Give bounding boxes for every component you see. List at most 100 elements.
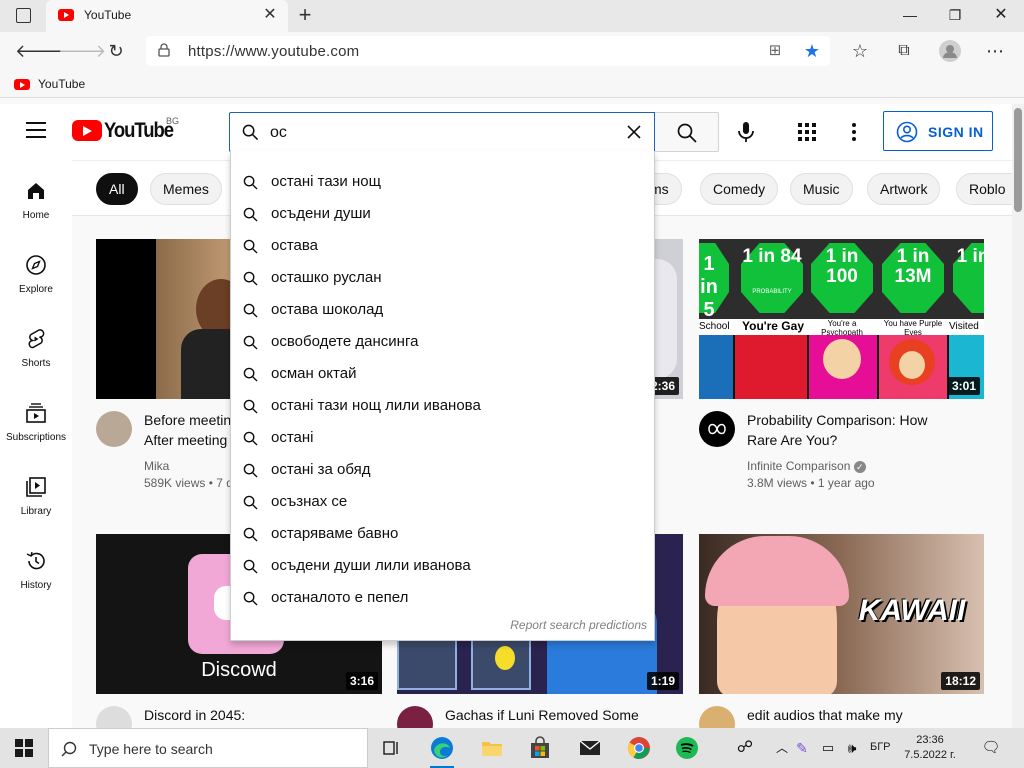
search-suggestion-item[interactable]: освободете дансинга [231, 326, 656, 358]
search-suggestion-item[interactable]: осъдени души лили иванова [231, 550, 656, 582]
video-title-line2[interactable]: Rare Are You? [747, 430, 837, 450]
browser-tab[interactable]: YouTube ✕ [46, 0, 288, 32]
youtube-logo-text[interactable]: YouTube [104, 119, 174, 143]
search-icon [61, 741, 77, 757]
channel-avatar[interactable] [397, 706, 433, 728]
search-suggestion-item[interactable]: осъзнах се [231, 486, 656, 518]
video-thumbnail[interactable]: 1 in 5 1 in 84 1 in 100 1 in 13M 1 in PR… [699, 239, 984, 399]
apps-grid-icon[interactable] [797, 122, 817, 142]
tab-close-icon[interactable]: ✕ [260, 4, 280, 24]
channel-avatar[interactable] [699, 411, 735, 447]
channel-name[interactable]: Infinite Comparison ✓ [747, 459, 866, 473]
start-button[interactable] [0, 728, 48, 768]
task-view-icon[interactable] [381, 736, 405, 760]
search-suggestion-item[interactable]: останi тази нощ [231, 166, 656, 198]
sidebar-item-home[interactable]: Home [0, 168, 72, 242]
suggestion-text: остава шоколад [271, 301, 384, 318]
search-suggestion-item[interactable]: останi тази нощ лили иванова [231, 390, 656, 422]
chip-comedy[interactable]: Comedy [700, 173, 779, 205]
chip-music[interactable]: Music [790, 173, 853, 205]
taskbar-search-box[interactable]: Type here to search [48, 728, 368, 768]
page-scrollbar[interactable] [1012, 104, 1024, 728]
chrome-icon[interactable] [627, 736, 651, 760]
search-suggestion-item[interactable]: остаряваме бавно [231, 518, 656, 550]
chip-memes[interactable]: Memes [150, 173, 222, 205]
back-icon[interactable]: 🡐 [15, 38, 63, 64]
pen-workspace-icon[interactable]: ✎ [792, 736, 812, 760]
edge-browser-icon[interactable] [430, 736, 454, 768]
refresh-icon[interactable]: ↻ [103, 38, 129, 64]
channel-avatar[interactable] [96, 706, 132, 728]
favorite-star-icon[interactable]: ★ [799, 38, 825, 64]
search-suggestion-item[interactable]: осъдени души [231, 198, 656, 230]
search-icon [243, 239, 258, 254]
collections-icon[interactable]: ⧉ [891, 38, 917, 64]
sidebar-item-subscriptions[interactable]: Subscriptions [0, 390, 72, 464]
windows-taskbar: Type here to search ☍ ︿ ✎ ▭ 🕪 БГР 23:36 … [0, 728, 1024, 768]
forward-icon[interactable]: 🡒 [58, 38, 106, 64]
hamburger-menu-icon[interactable] [26, 122, 46, 138]
channel-name[interactable]: Mika [144, 459, 169, 473]
report-search-predictions-link[interactable]: Report search predictions [510, 618, 647, 632]
sidebar-item-history[interactable]: History [0, 538, 72, 612]
microphone-icon[interactable] [734, 120, 758, 144]
more-vertical-icon[interactable] [846, 121, 862, 143]
sign-in-button[interactable]: SIGN IN [883, 111, 993, 151]
new-tab-icon[interactable]: + [293, 3, 317, 27]
network-icon[interactable]: ▭ [818, 736, 838, 760]
search-suggestion-item[interactable]: остава [231, 230, 656, 262]
search-suggestion-item[interactable]: останi за обяд [231, 454, 656, 486]
clear-search-icon[interactable] [624, 122, 644, 142]
video-title[interactable]: Probability Comparison: How [747, 410, 928, 430]
people-icon[interactable]: ☍ [733, 736, 757, 760]
app-available-icon[interactable]: ⊞ [762, 38, 788, 64]
minimize-icon[interactable]: — [890, 4, 930, 28]
microsoft-store-icon[interactable] [528, 736, 552, 760]
prob-sublabel: PROBABILITY [752, 289, 792, 295]
show-hidden-icons-chevron-icon[interactable]: ︿ [770, 736, 794, 760]
channel-avatar[interactable] [96, 411, 132, 447]
video-title[interactable]: edit audios that make my [747, 705, 903, 725]
search-suggestion-item[interactable]: останалото е пепел [231, 582, 656, 614]
search-suggestion-item[interactable]: остава шоколад [231, 294, 656, 326]
video-thumbnail[interactable]: KAWAII 18:12 [699, 534, 984, 694]
search-suggestion-item[interactable]: останi [231, 422, 656, 454]
lock-icon [158, 43, 170, 57]
spotify-icon[interactable] [675, 736, 699, 760]
profile-icon[interactable] [937, 38, 963, 64]
search-icon [243, 431, 258, 446]
tab-actions-icon[interactable] [16, 8, 31, 23]
search-suggestion-item[interactable]: осташко руслан [231, 262, 656, 294]
system-clock[interactable]: 23:36 7.5.2022 г. [898, 733, 962, 763]
close-window-icon[interactable]: ✕ [981, 4, 1021, 28]
chip-all[interactable]: All [96, 173, 138, 205]
account-icon [896, 121, 918, 143]
channel-avatar[interactable] [699, 706, 735, 728]
favorites-icon[interactable]: ☆ [847, 38, 873, 64]
restore-icon[interactable]: ❐ [935, 4, 975, 28]
video-title[interactable]: Gachas if Luni Removed Some [445, 705, 639, 725]
mail-icon[interactable] [578, 736, 602, 760]
favorite-youtube-link[interactable]: YouTube [38, 77, 85, 91]
input-language-indicator[interactable]: БГР [870, 741, 891, 753]
video-title[interactable]: Before meetin [144, 410, 231, 430]
scrollbar-thumb[interactable] [1014, 108, 1022, 212]
video-title-line2[interactable]: After meeting [144, 430, 227, 450]
file-explorer-icon[interactable] [480, 736, 504, 760]
settings-more-icon[interactable]: ⋯ [982, 38, 1008, 64]
search-button[interactable] [655, 112, 719, 152]
sidebar-item-shorts[interactable]: Shorts [0, 316, 72, 390]
sidebar-item-explore[interactable]: Explore [0, 242, 72, 316]
video-title[interactable]: Discord in 2045: [144, 705, 245, 725]
suggestion-text: останi за обяд [271, 461, 371, 478]
favorites-bar: YouTube [0, 70, 1024, 98]
address-bar[interactable]: https://www.youtube.com ⊞ ★ [146, 36, 830, 66]
chip-artwork[interactable]: Artwork [867, 173, 941, 205]
search-input[interactable] [270, 121, 610, 145]
search-suggestion-item[interactable]: осман октай [231, 358, 656, 390]
notification-center-icon[interactable]: 🗨 [980, 736, 1002, 760]
chip-roblox[interactable]: Roblo [956, 173, 1012, 205]
youtube-logo-icon[interactable] [72, 120, 102, 141]
sidebar-item-library[interactable]: Library [0, 464, 72, 538]
volume-icon[interactable]: 🕪 [842, 736, 862, 760]
